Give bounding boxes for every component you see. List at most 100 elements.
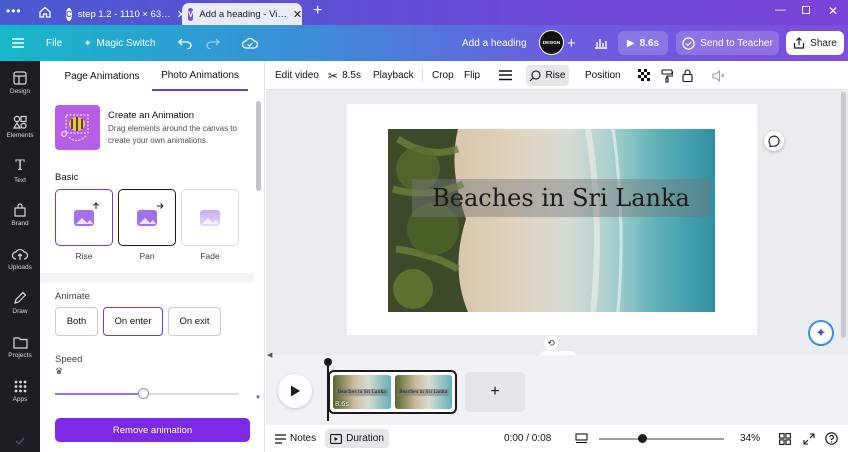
- close-tab-icon[interactable]: ✕: [293, 8, 302, 21]
- help-icon[interactable]: [825, 425, 838, 452]
- duration-button[interactable]: Duration: [325, 429, 389, 448]
- tab-label: Page Animations: [64, 70, 140, 82]
- timeline-scroll-left-icon[interactable]: ◀: [267, 351, 272, 359]
- grid-view-icon[interactable]: [779, 425, 791, 452]
- bee-icon: [61, 114, 89, 141]
- playback-button[interactable]: Playback: [373, 61, 414, 90]
- new-tab-icon[interactable]: +: [313, 2, 322, 20]
- rail-label: Draw: [12, 308, 28, 315]
- avatar[interactable]: DESIGN: [539, 30, 564, 55]
- rotate-icon[interactable]: ⟲: [544, 336, 558, 350]
- animate-option-on-enter[interactable]: On enter: [103, 307, 163, 336]
- transparency-icon[interactable]: [638, 61, 651, 90]
- magic-switch-button[interactable]: ✦ Magic Switch: [84, 25, 155, 61]
- cloud-save-icon[interactable]: [242, 25, 258, 61]
- rail-item-brand[interactable]: Brand: [0, 193, 40, 237]
- zoom-slider[interactable]: [599, 432, 724, 445]
- add-collaborator-icon[interactable]: +: [567, 25, 576, 61]
- text-icon: T: [15, 158, 25, 174]
- rise-animation-button[interactable]: Rise: [526, 65, 569, 86]
- remove-animation-button[interactable]: Remove animation: [55, 418, 250, 442]
- tab-photo-animations[interactable]: Photo Animations: [152, 61, 248, 91]
- redo-icon[interactable]: [206, 25, 220, 61]
- restore-icon[interactable]: [802, 6, 810, 14]
- option-label: Both: [66, 316, 87, 327]
- tab-page-animations[interactable]: Page Animations: [52, 61, 152, 91]
- speed-slider-knob[interactable]: [138, 388, 150, 399]
- rail-label: Apps: [12, 395, 28, 403]
- beach-photo[interactable]: Beaches in Sri Lanka: [388, 129, 715, 312]
- animation-card-rise[interactable]: [55, 189, 113, 246]
- zoom-level[interactable]: 34%: [740, 425, 760, 452]
- create-animation-desc: Drag elements around the canvas to creat…: [108, 124, 237, 145]
- rail-item-projects[interactable]: Projects: [0, 325, 40, 369]
- collapse-icon[interactable]: [12, 435, 28, 447]
- crown-icon: ♛: [55, 366, 64, 376]
- time-text: 0:00 / 0:08: [504, 433, 552, 444]
- animation-card-fade[interactable]: [181, 189, 239, 246]
- present-button[interactable]: ▶ 8.6s: [618, 31, 668, 55]
- window-close-icon[interactable]: ✕: [828, 4, 838, 18]
- context-toolbar: Edit video ✂ 8.5s Playback Crop Flip Ris…: [266, 61, 848, 90]
- comment-icon[interactable]: [764, 131, 784, 151]
- send-to-teacher-button[interactable]: Send to Teacher: [676, 31, 779, 55]
- trim-button[interactable]: ✂ 8.5s: [328, 61, 361, 90]
- insights-icon[interactable]: [594, 25, 608, 61]
- undo-icon[interactable]: [178, 25, 192, 61]
- clip-duration: 8.6s: [335, 399, 350, 408]
- animate-option-on-exit[interactable]: On exit: [168, 307, 221, 336]
- rail-item-apps[interactable]: Apps: [0, 369, 40, 413]
- volume-icon[interactable]: [712, 61, 725, 90]
- thumb-text: Beaches in Sri Lanka: [335, 388, 388, 396]
- notes-button[interactable]: Notes: [275, 425, 316, 452]
- duration-label: Duration: [346, 433, 384, 444]
- panel-scrollbar[interactable]: [256, 101, 261, 191]
- speed-slider[interactable]: [55, 386, 239, 402]
- timeline-play-button[interactable]: [278, 374, 312, 408]
- rail-item-elements[interactable]: Elements: [0, 105, 40, 149]
- position-button[interactable]: Position: [585, 61, 621, 90]
- animate-heading: Animate: [55, 291, 90, 302]
- add-page-label: +: [490, 383, 500, 400]
- zoom-slider-knob[interactable]: [637, 434, 647, 443]
- share-button[interactable]: Share: [786, 31, 844, 55]
- page-view-icon[interactable]: [575, 425, 588, 452]
- rail-item-design[interactable]: Design: [0, 61, 40, 105]
- menu-icon[interactable]: [12, 25, 24, 61]
- home-icon[interactable]: [38, 5, 52, 19]
- paint-roller-icon[interactable]: [661, 61, 673, 90]
- browser-menu-icon[interactable]: •••: [6, 5, 21, 18]
- edit-video-button[interactable]: Edit video: [275, 61, 319, 90]
- rail-label: Design: [9, 88, 31, 95]
- rail-item-text[interactable]: T Text: [0, 149, 40, 193]
- scroll-down-icon[interactable]: ▼: [255, 395, 261, 401]
- video-clip[interactable]: Beaches in Sri Lanka 8.6s Beaches in Sri…: [328, 370, 457, 414]
- rail-item-draw[interactable]: Draw: [0, 281, 40, 325]
- animation-card-pan[interactable]: [118, 189, 176, 246]
- edit-video-label: Edit video: [275, 70, 319, 81]
- speed-heading: Speed: [55, 354, 83, 365]
- add-page-button[interactable]: +: [465, 372, 525, 412]
- panel-section-divider: [40, 273, 254, 283]
- rail-item-uploads[interactable]: Uploads: [0, 237, 40, 281]
- minimize-icon[interactable]: —: [775, 4, 786, 16]
- image-icon: [74, 209, 94, 226]
- magic-assistant-icon[interactable]: ✦: [808, 320, 834, 346]
- animate-option-both[interactable]: Both: [55, 307, 98, 336]
- folder-icon: [12, 336, 28, 349]
- border-style-icon[interactable]: [499, 61, 512, 90]
- layout-icon: [13, 71, 27, 85]
- flip-label: Flip: [464, 70, 481, 81]
- crop-button[interactable]: Crop: [432, 61, 454, 90]
- browser-tab-active[interactable]: V Add a heading - Vi… ✕: [182, 3, 302, 25]
- create-animation-thumb[interactable]: [55, 105, 100, 150]
- canva-favicon-icon: C: [66, 7, 72, 21]
- file-menu[interactable]: File: [46, 25, 62, 61]
- browser-tab-step[interactable]: C step 1.2 - 1110 × 63… ✕: [60, 3, 186, 25]
- fullscreen-icon[interactable]: [803, 425, 815, 452]
- lock-icon[interactable]: [682, 61, 693, 90]
- design-title[interactable]: Add a heading: [462, 25, 527, 61]
- stage-scrollbar[interactable]: [841, 92, 846, 338]
- heading-text-box[interactable]: Beaches in Sri Lanka: [412, 179, 710, 217]
- flip-button[interactable]: Flip: [464, 61, 480, 90]
